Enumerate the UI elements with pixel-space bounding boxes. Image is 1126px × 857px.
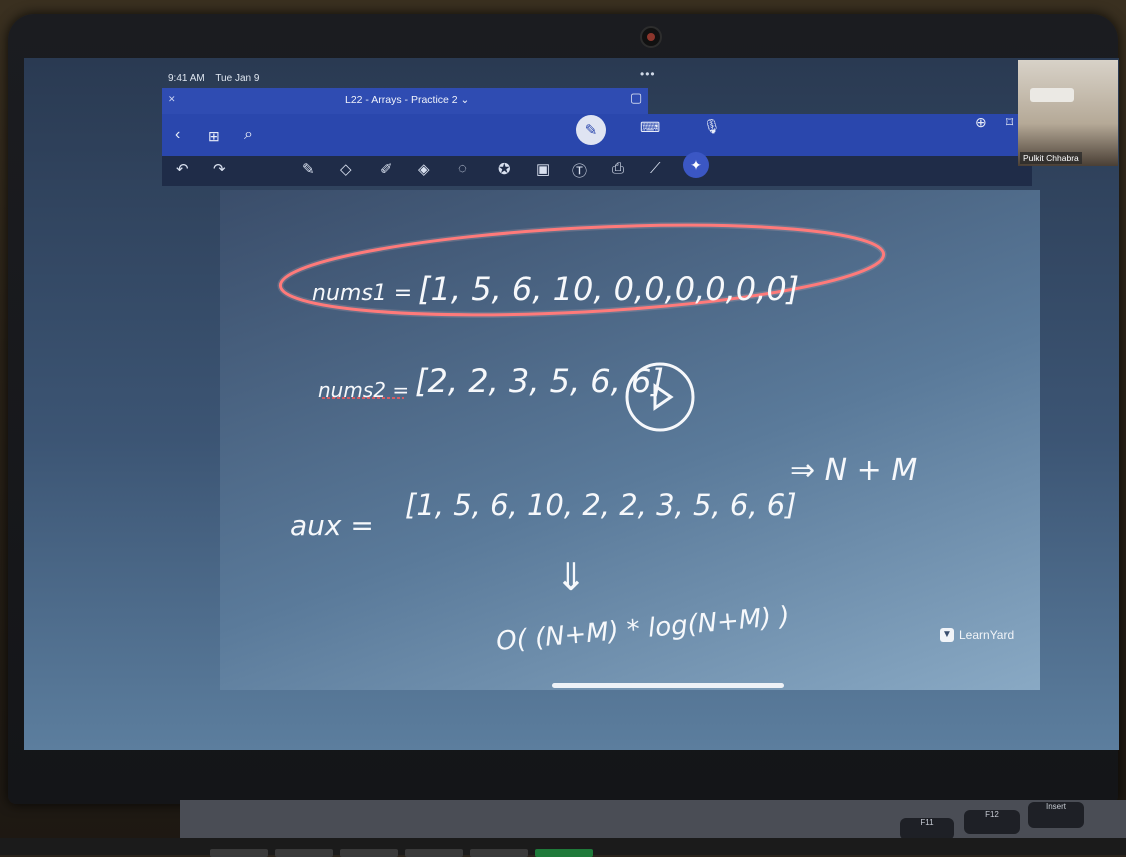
key-f12[interactable]: F12 — [964, 810, 1020, 834]
air-conditioner — [1030, 88, 1074, 102]
home-indicator[interactable] — [552, 683, 784, 688]
down-arrow: ⇓ — [555, 555, 587, 599]
thumbnail[interactable] — [210, 849, 268, 857]
key-f11[interactable]: F11 — [900, 818, 954, 840]
nums1-label: nums1 = — [312, 281, 412, 306]
video-feed — [1018, 60, 1118, 166]
whiteboard-ink: nums1 = [1, 5, 6, 10, 0,0,0,0,0,0] nums2… — [277, 222, 917, 657]
thumbnail[interactable] — [340, 849, 398, 857]
key-insert[interactable]: Insert — [1028, 802, 1084, 828]
aux-result: ⇒ N + M — [790, 453, 917, 488]
participant-name: Pulkit Chhabra — [1020, 152, 1082, 164]
thumbnail[interactable] — [405, 849, 463, 857]
key-f11-label: F11 — [920, 818, 934, 827]
key-insert-label: Insert — [1045, 802, 1066, 811]
complexity-formula: O( (N+M) * log(N+M) ) — [495, 601, 791, 657]
watermark-text: LearnYard — [959, 628, 1015, 642]
nums1-values: [1, 5, 6, 10, 0,0,0,0,0,0] — [418, 270, 799, 308]
learnyard-watermark: ▼ LearnYard — [940, 628, 1014, 642]
thumbnail-active[interactable] — [535, 849, 593, 857]
key-f12-label: F12 — [985, 810, 999, 819]
aux-values: [1, 5, 6, 10, 2, 2, 3, 5, 6, 6] — [405, 488, 797, 522]
thumbnail[interactable] — [275, 849, 333, 857]
thumbnail[interactable] — [470, 849, 528, 857]
learnyard-logo-icon: ▼ — [940, 628, 954, 642]
aux-label: aux = — [290, 509, 374, 542]
